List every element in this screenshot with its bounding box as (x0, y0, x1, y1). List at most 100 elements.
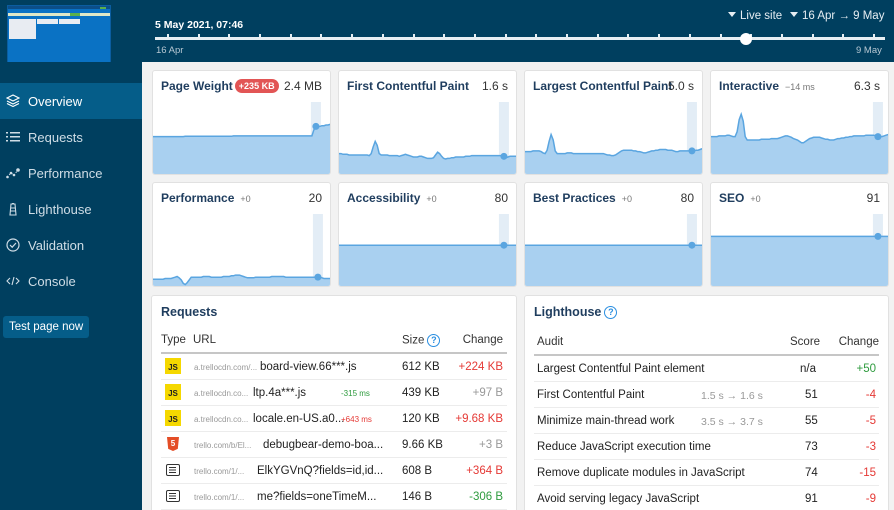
sidebar-item-validation[interactable]: Validation (0, 227, 142, 263)
column-header-change[interactable]: Change (463, 334, 503, 346)
request-size: 146 B (402, 491, 433, 503)
test-page-now-button[interactable]: Test page now (3, 316, 90, 338)
metric-sparkline[interactable] (711, 214, 888, 286)
html5-file-icon: 5 (167, 437, 179, 451)
metric-value: 5.0 s (667, 79, 694, 93)
selected-run-marker[interactable] (874, 133, 882, 141)
metric-sparkline[interactable] (339, 102, 516, 174)
audit-name: Avoid serving legacy JavaScript (537, 493, 700, 505)
column-header-score[interactable]: Score (790, 336, 820, 348)
audit-row[interactable]: Largest Contentful Paint element n/a +50 (534, 356, 879, 382)
request-host: trello.com/1/... (194, 493, 245, 502)
javascript-file-icon: JS (165, 384, 181, 400)
request-row[interactable]: 5 trello.com/b/El... debugbear-demo-boa...… (161, 432, 507, 458)
column-header-url[interactable]: URL (193, 334, 216, 346)
audit-row[interactable]: Avoid serving legacy JavaScript 91 -9 (534, 486, 879, 510)
sidebar-item-performance[interactable]: Performance (0, 155, 142, 191)
code-icon (6, 274, 20, 288)
date-range-dropdown[interactable]: 16 Apr → 9 May (790, 10, 884, 22)
slider-tick (688, 34, 691, 37)
sidebar-item-requests[interactable]: Requests (0, 119, 142, 155)
column-header-type[interactable]: Type (161, 334, 186, 346)
request-row[interactable]: JS a.trellocdn.co... ltp.4a***.js -315 ms 43… (161, 380, 507, 406)
slider-tick (842, 34, 845, 37)
request-size-change: +97 B (472, 387, 503, 399)
slider-tick (535, 34, 538, 37)
lighthouse-title: Lighthouse? (534, 305, 618, 320)
selected-run-marker[interactable] (314, 273, 322, 281)
metric-card-first-contentful-paint[interactable]: First Contentful Paint 1.6 s (338, 70, 517, 175)
request-name[interactable]: me?fields=oneTimeM... (257, 491, 376, 503)
document-file-icon (166, 464, 180, 476)
selected-run-marker[interactable] (688, 147, 696, 155)
sidebar-item-lighthouse[interactable]: Lighthouse (0, 191, 142, 227)
slider-tick (627, 34, 630, 37)
audit-score: 74 (805, 467, 818, 479)
audit-row[interactable]: Reduce JavaScript execution time 73 -3 (534, 434, 879, 460)
caret-down-icon (728, 12, 736, 18)
request-name[interactable]: debugbear-demo-boa... (263, 439, 383, 451)
slider-tick (228, 34, 231, 37)
request-name[interactable]: ElkYGVnQ?fields=id,id... (257, 465, 383, 477)
column-header-size[interactable]: Size? (402, 334, 441, 347)
metric-sparkline[interactable] (525, 214, 702, 286)
date-slider-track[interactable] (155, 37, 885, 40)
metric-card-largest-contentful-paint[interactable]: Largest Contentful Paint 5.0 s (524, 70, 703, 175)
column-header-change[interactable]: Change (839, 336, 879, 348)
sparkline-area (525, 245, 702, 286)
audit-score: 91 (805, 493, 818, 505)
metric-card-interactive[interactable]: Interactive −14 ms 6.3 s (710, 70, 889, 175)
column-header-audit[interactable]: Audit (537, 336, 563, 348)
audit-row[interactable]: Remove duplicate modules in JavaScript 74… (534, 460, 879, 486)
request-name[interactable]: ltp.4a***.js (253, 387, 306, 399)
sidebar-item-console[interactable]: Console (0, 263, 142, 299)
request-row[interactable]: trello.com/1/... me?fields=oneTimeM... 146… (161, 484, 507, 510)
audit-score-change: -5 (865, 415, 876, 427)
request-size-change: +224 KB (458, 361, 503, 373)
metric-card-performance[interactable]: Performance +0 20 (152, 182, 331, 287)
slider-tick (596, 34, 599, 37)
metric-card-best-practices[interactable]: Best Practices +0 80 (524, 182, 703, 287)
request-name[interactable]: board-view.66***.js (260, 361, 357, 373)
change-badge: +235 KB (234, 79, 279, 93)
audit-score-change: -15 (859, 467, 876, 479)
metric-sparkline[interactable] (153, 102, 330, 174)
help-icon[interactable]: ? (427, 334, 441, 347)
environment-dropdown[interactable]: Live site (728, 10, 782, 22)
metric-delta: −14 ms (785, 82, 815, 92)
selected-run-marker[interactable] (688, 241, 696, 249)
metric-card-page-weight[interactable]: Page Weight +235 KB 2.4 MB (152, 70, 331, 175)
caret-down-icon (790, 12, 798, 18)
selected-run-marker[interactable] (500, 152, 508, 160)
audit-row[interactable]: Minimize main-thread work 3.5 s → 3.7 s 55… (534, 408, 879, 434)
request-name[interactable]: locale.en-US.a0... (253, 413, 344, 425)
sidebar-item-overview[interactable]: Overview (0, 83, 142, 119)
selected-run-marker[interactable] (500, 241, 508, 249)
sparkline-area (525, 134, 702, 174)
metric-sparkline[interactable] (153, 214, 330, 286)
request-row[interactable]: JS a.trellocdn.com/... board-view.66***.js… (161, 354, 507, 380)
request-row[interactable]: trello.com/1/... ElkYGVnQ?fields=id,id...… (161, 458, 507, 484)
selected-run-marker[interactable] (312, 122, 320, 130)
help-icon[interactable]: ? (604, 306, 618, 320)
metric-value: 80 (680, 191, 694, 205)
request-size: 608 B (402, 465, 433, 477)
metric-title: Performance +0 (161, 191, 251, 205)
slider-tick (504, 34, 507, 37)
metric-card-seo[interactable]: SEO +0 91 (710, 182, 889, 287)
request-row[interactable]: JS a.trellocdn.co... locale.en-US.a0... +64… (161, 406, 507, 432)
metric-sparkline[interactable] (525, 102, 702, 174)
metric-delta: +0 (750, 194, 761, 204)
audit-score-change: +50 (856, 363, 876, 375)
audit-name: Largest Contentful Paint element (537, 363, 705, 375)
request-host: trello.com/b/El... (194, 441, 252, 450)
audit-row[interactable]: First Contentful Paint 1.5 s → 1.6 s 51 -4 (534, 382, 879, 408)
list-icon (6, 130, 20, 144)
metric-sparkline[interactable] (339, 214, 516, 286)
audit-score-change: -3 (865, 441, 876, 453)
metric-sparkline[interactable] (711, 102, 888, 174)
audit-score: 55 (805, 415, 818, 427)
selected-run-marker[interactable] (874, 232, 882, 240)
metric-card-accessibility[interactable]: Accessibility +0 80 (338, 182, 517, 287)
metric-title: Largest Contentful Paint (533, 79, 673, 93)
